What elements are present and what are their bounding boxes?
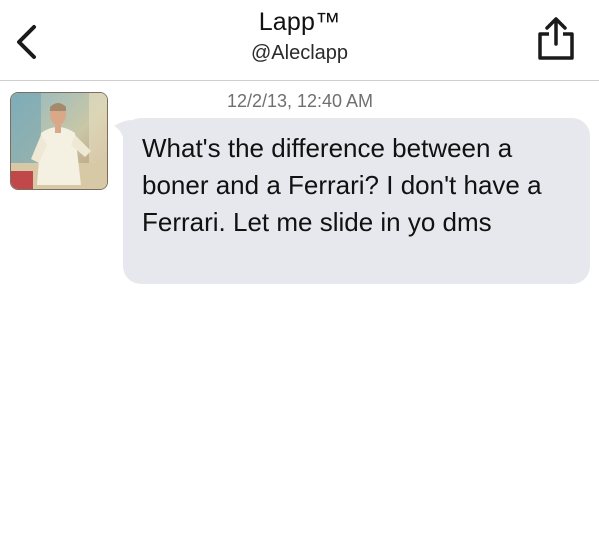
conversation-header: Lapp™ @Aleclapp <box>0 0 599 81</box>
avatar-photo <box>11 93 107 189</box>
contact-name: Lapp™ <box>258 8 341 36</box>
message-bubble[interactable]: What's the difference between a boner an… <box>123 118 590 284</box>
contact-handle: @Aleclapp <box>250 42 349 64</box>
message-timestamp: 12/2/13, 12:40 AM <box>226 91 374 111</box>
dm-conversation-screen: Lapp™ @Aleclapp 12/2/13, 12:40 AM What's… <box>0 0 599 560</box>
share-icon <box>538 17 574 60</box>
avatar[interactable] <box>10 92 108 190</box>
message-text: What's the difference between a boner an… <box>142 133 542 237</box>
share-button[interactable] <box>534 14 578 64</box>
